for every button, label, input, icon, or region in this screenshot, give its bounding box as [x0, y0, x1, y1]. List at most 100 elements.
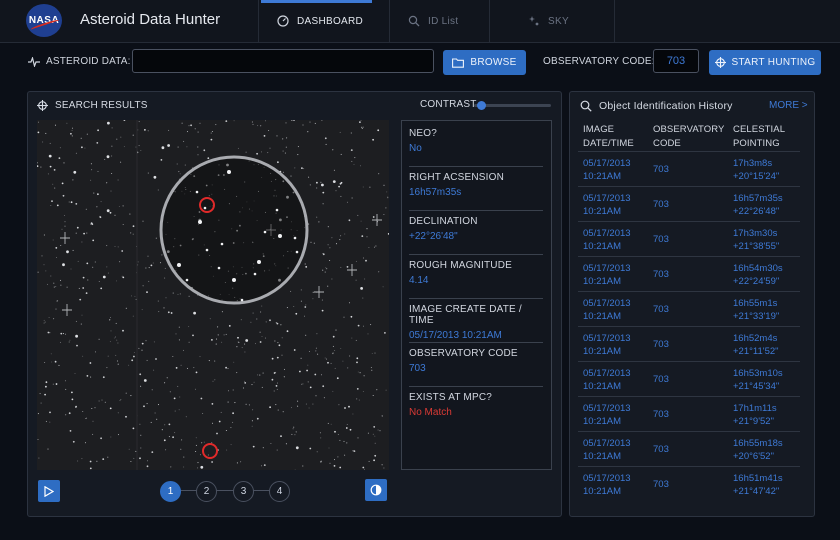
- page-4-button[interactable]: 4: [269, 481, 290, 502]
- row-date: 05/17/2013: [583, 403, 631, 414]
- history-row[interactable]: 05/17/2013 10:21AM 703 16h52m4s +21°11'52": [578, 326, 800, 361]
- dashboard-icon: [277, 15, 289, 27]
- history-title: Object Identification History: [599, 100, 733, 112]
- row-ra: 16h55m18s: [733, 438, 783, 449]
- field-label: RIGHT ACSENSION: [409, 172, 505, 183]
- field-label: IMAGE CREATE DATE / TIME: [409, 304, 522, 326]
- search-icon: [580, 100, 592, 112]
- field-right-ascension: RIGHT ACSENSION 16h57m35s: [409, 172, 543, 211]
- field-value: No: [409, 143, 422, 154]
- row-ra: 17h3m30s: [733, 228, 778, 239]
- row-date: 05/17/2013: [583, 263, 631, 274]
- image-pager: 1 2 3 4: [159, 479, 295, 503]
- divider: [409, 210, 543, 211]
- row-datetime: 05/17/2013 10:21AM: [583, 402, 631, 428]
- crosshair-icon: [37, 100, 48, 111]
- observatory-code-label: OBSERVATORY CODE:: [543, 56, 655, 67]
- row-pointing: 16h55m1s +21°33'19": [733, 297, 779, 323]
- play-button[interactable]: [38, 480, 60, 502]
- row-dec: +22°26'48": [733, 206, 780, 217]
- row-ra: 17h3m8s: [733, 158, 773, 169]
- page-1-button[interactable]: 1: [160, 481, 181, 502]
- field-image-create-date: IMAGE CREATE DATE / TIME 05/17/2013 10:2…: [409, 304, 543, 343]
- divider: [409, 298, 543, 299]
- field-label: OBSERVATORY CODE: [409, 348, 518, 359]
- row-date: 05/17/2013: [583, 368, 631, 379]
- row-ra: 16h53m10s: [733, 368, 783, 379]
- field-label: DECLINATION: [409, 216, 478, 227]
- row-pointing: 17h1m11s +21°9'52": [733, 402, 777, 428]
- sky-icon: [529, 16, 539, 26]
- field-label: EXISTS AT MPC?: [409, 392, 493, 403]
- app-title: Asteroid Data Hunter: [80, 11, 221, 28]
- column-header-code[interactable]: OBSERVATORY CODE: [653, 123, 727, 151]
- mpc-status-value: No Match: [409, 407, 452, 418]
- more-link[interactable]: MORE >: [769, 100, 808, 111]
- search-results-header: SEARCH RESULTS: [37, 100, 148, 111]
- page-3-button[interactable]: 3: [233, 481, 254, 502]
- row-time: 10:21AM: [583, 486, 622, 497]
- row-date: 05/17/2013: [583, 473, 631, 484]
- row-date: 05/17/2013: [583, 333, 631, 344]
- history-row[interactable]: 05/17/2013 10:21AM 703 16h53m10s +21°45'34": [578, 361, 800, 396]
- history-row[interactable]: 05/17/2013 10:21AM 703 16h55m1s +21°33'19": [578, 291, 800, 326]
- asteroid-data-label-text: ASTEROID DATA:: [46, 56, 131, 67]
- tab-dashboard[interactable]: DASHBOARD: [258, 0, 372, 42]
- history-row[interactable]: 05/17/2013 10:21AM 703 16h54m30s +22°24'59": [578, 256, 800, 291]
- row-ra: 16h51m41s: [733, 473, 783, 484]
- row-date: 05/17/2013: [583, 158, 631, 169]
- observatory-code-input[interactable]: 703: [653, 49, 699, 73]
- row-pointing: 16h51m41s +21°47'42": [733, 472, 783, 498]
- sky-image[interactable]: [37, 120, 389, 470]
- history-row[interactable]: 05/17/2013 10:21AM 703 16h51m41s +21°47'42": [578, 466, 800, 501]
- row-dec: +21°45'34": [733, 381, 780, 392]
- column-header-date[interactable]: IMAGE DATE/TIME: [583, 123, 643, 151]
- contrast-slider[interactable]: [474, 101, 551, 110]
- field-exists-at-mpc: EXISTS AT MPC? No Match: [409, 392, 543, 418]
- row-observatory-code: 703: [653, 304, 669, 315]
- row-datetime: 05/17/2013 10:21AM: [583, 262, 631, 288]
- row-datetime: 05/17/2013 10:21AM: [583, 157, 631, 183]
- tab-sky[interactable]: SKY: [489, 0, 614, 42]
- history-row[interactable]: 05/17/2013 10:21AM 703 17h3m30s +21°38'55": [578, 221, 800, 256]
- row-pointing: 16h52m4s +21°11'52": [733, 332, 779, 358]
- row-ra: 16h54m30s: [733, 263, 783, 274]
- page-2-button[interactable]: 2: [196, 481, 217, 502]
- field-observatory-code: OBSERVATORY CODE 703: [409, 348, 543, 387]
- history-row[interactable]: 05/17/2013 10:21AM 703 16h57m35s +22°26'48": [578, 186, 800, 221]
- row-dec: +21°11'52": [733, 346, 779, 357]
- field-neo: NEO? No: [409, 128, 543, 167]
- history-row[interactable]: 05/17/2013 10:21AM 703 16h55m18s +20°6'52": [578, 431, 800, 466]
- row-pointing: 16h53m10s +21°45'34": [733, 367, 783, 393]
- nasa-logo[interactable]: NASA: [26, 4, 62, 37]
- tab-id-list-label: ID List: [428, 15, 459, 27]
- asteroid-data-input[interactable]: [132, 49, 434, 73]
- divider: [409, 386, 543, 387]
- divider: [409, 254, 543, 255]
- asteroid-data-row: ASTEROID DATA: BROWSE OBSERVATORY CODE: …: [0, 43, 840, 83]
- start-hunting-label: START HUNTING: [731, 57, 816, 68]
- history-row[interactable]: 05/17/2013 10:21AM 703 17h3m8s +20°15'24": [578, 151, 800, 186]
- divider: [409, 166, 543, 167]
- row-ra: 16h52m4s: [733, 333, 778, 344]
- row-dec: +20°15'24": [733, 171, 780, 182]
- start-hunting-button[interactable]: START HUNTING: [709, 50, 821, 75]
- row-observatory-code: 703: [653, 269, 669, 280]
- row-time: 10:21AM: [583, 276, 622, 287]
- row-observatory-code: 703: [653, 479, 669, 490]
- field-label: ROUGH MAGNITUDE: [409, 260, 512, 271]
- column-header-pointing[interactable]: CELESTIAL POINTING: [733, 123, 795, 151]
- field-value: 05/17/2013 10:21AM: [409, 330, 502, 341]
- history-header: Object Identification History: [580, 100, 733, 112]
- browse-button[interactable]: BROWSE: [443, 50, 526, 75]
- field-value: 4.14: [409, 275, 429, 286]
- history-row[interactable]: 05/17/2013 10:21AM 703 17h1m11s +21°9'52": [578, 396, 800, 431]
- tab-id-list[interactable]: ID List: [389, 0, 489, 42]
- row-observatory-code: 703: [653, 444, 669, 455]
- row-pointing: 16h54m30s +22°24'59": [733, 262, 783, 288]
- field-value: 703: [409, 363, 426, 374]
- invert-contrast-button[interactable]: [365, 479, 387, 501]
- field-declination: DECLINATION +22°26'48": [409, 216, 543, 255]
- row-observatory-code: 703: [653, 339, 669, 350]
- field-value: +22°26'48": [409, 231, 458, 242]
